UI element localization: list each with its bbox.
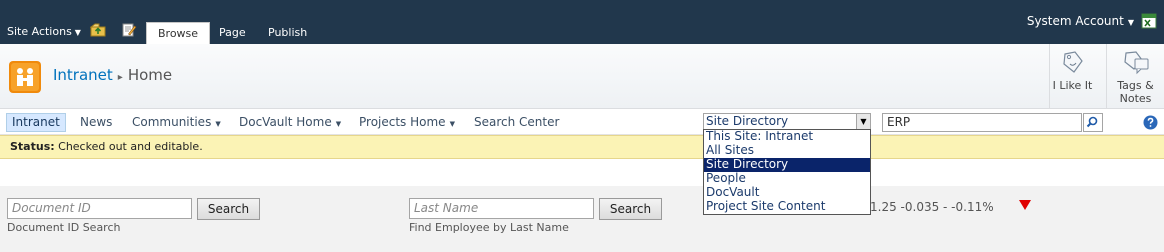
breadcrumb-site-link[interactable]: Intranet [53,66,113,84]
search-icon [1086,116,1098,128]
nav-item-label: Communities [132,115,212,129]
site-actions-menu[interactable]: Site Actions ▼ [7,25,81,38]
nav-item-label: Projects Home [359,115,446,129]
document-id-hint: Document ID Search [7,221,121,234]
scope-option-docvault[interactable]: DocVault [704,186,870,200]
tags-notes-button[interactable]: Tags & Notes [1106,44,1164,109]
search-scope-select[interactable]: Site Directory ▼ [703,113,871,130]
chevron-down-icon: ▼ [335,120,342,128]
nav-item-docvault-home[interactable]: DocVault Home ▼ [234,113,346,132]
scope-option-site-directory[interactable]: Site Directory [704,158,870,172]
site-actions-label: Site Actions [7,25,72,38]
i-like-it-label: I Like It [1052,79,1093,92]
nav-item-projects-home[interactable]: Projects Home ▼ [354,113,460,132]
site-logo-icon [9,61,41,93]
employee-search-hint: Find Employee by Last Name [409,221,569,234]
breadcrumb-separator: ▸ [117,72,123,83]
help-icon[interactable] [1143,115,1158,130]
tab-publish[interactable]: Publish [257,22,318,44]
excel-services-icon[interactable] [1141,13,1157,29]
document-id-input[interactable]: Document ID [7,198,192,219]
account-name: System Account [1026,14,1124,28]
search-input[interactable]: ERP [882,113,1082,132]
scope-option-people[interactable]: People [704,172,870,186]
tab-page[interactable]: Page [208,22,257,44]
employee-search-button[interactable]: Search [599,198,662,220]
breadcrumb: Intranet ▸ Home [53,66,172,84]
document-id-search-button[interactable]: Search [197,198,260,220]
chevron-down-icon: ▼ [215,120,221,128]
search-go-button[interactable] [1083,113,1103,132]
chevron-down-icon: ▼ [449,120,455,128]
tab-browse[interactable]: Browse [146,22,211,45]
tags-notes-label: Tags & Notes [1117,79,1154,105]
status-label: Status: [10,140,55,153]
search-scope-value: Site Directory [706,114,789,128]
nav-item-label: DocVault Home [239,115,332,129]
down-arrow-icon [1019,200,1031,210]
nav-item-search-center[interactable]: Search Center [469,113,564,132]
last-name-input[interactable]: Last Name [409,198,594,219]
status-bar: Status: Checked out and editable. [0,135,1164,159]
dropdown-arrow-icon[interactable]: ▼ [856,114,870,129]
chevron-down-icon: ▼ [74,28,81,37]
chevron-down-icon: ▼ [1127,18,1134,27]
edit-page-icon[interactable] [121,23,137,37]
content-area [0,186,1164,252]
ribbon-bar: Site Actions ▼ Browse Page Publish System… [0,0,1164,45]
tags-notes-icon [1123,51,1148,75]
like-tag-icon [1062,51,1083,73]
nav-item-intranet[interactable]: Intranet [6,113,66,132]
page-title: Home [127,66,173,84]
navigate-up-icon[interactable] [90,23,106,37]
title-area: Intranet ▸ Home I Like It Tags & Notes [0,44,1164,109]
scope-option-project-site-content[interactable]: Project Site Content [704,200,870,214]
search-scope-dropdown: This Site: Intranet All Sites Site Direc… [703,129,871,215]
i-like-it-button[interactable]: I Like It [1049,44,1095,109]
status-text: Checked out and editable. [58,140,203,153]
nav-item-news[interactable]: News [75,113,117,132]
account-menu[interactable]: System Account ▼ [1027,14,1134,28]
nav-item-communities[interactable]: Communities ▼ [127,113,226,132]
scope-option-this-site[interactable]: This Site: Intranet [704,130,870,144]
stock-ticker: 1.25 -0.035 - -0.11% [870,200,994,214]
scope-option-all-sites[interactable]: All Sites [704,144,870,158]
